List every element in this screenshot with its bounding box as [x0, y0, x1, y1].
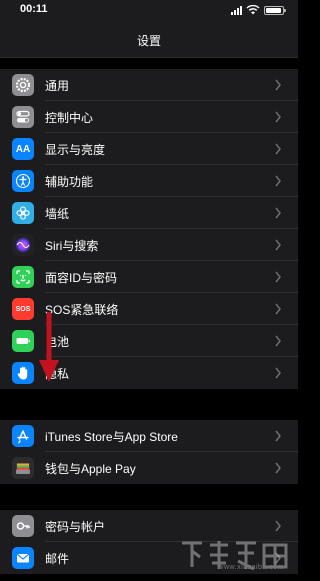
settings-row-label: Siri与搜索	[45, 239, 99, 253]
chevron-right-icon	[275, 462, 281, 474]
sos-icon: SOS	[12, 298, 34, 320]
settings-row-label: 通用	[45, 79, 70, 93]
status-bar: 00:11	[0, 0, 298, 20]
settings-group-2: iTunes Store与App Store 钱包与Apple Pay	[0, 420, 298, 484]
flower-icon	[12, 202, 34, 224]
text-size-icon: AA	[12, 138, 34, 160]
chevron-right-icon	[275, 175, 281, 187]
cellular-signal-icon	[231, 5, 242, 15]
settings-row-label: 邮件	[45, 552, 70, 566]
gear-icon	[12, 74, 34, 96]
sos-icon-text: SOS	[15, 305, 31, 313]
hand-icon	[12, 362, 34, 384]
settings-row-itunes-app-store[interactable]: iTunes Store与App Store	[0, 420, 298, 452]
settings-row-label: 墙纸	[45, 207, 70, 221]
watermark-logo	[182, 541, 288, 571]
chevron-right-icon	[275, 335, 281, 347]
wallet-icon	[12, 457, 34, 479]
settings-row-control-center[interactable]: 控制中心	[0, 101, 298, 133]
key-icon	[12, 515, 34, 537]
accessibility-icon	[12, 170, 34, 192]
settings-row-siri-search[interactable]: Siri与搜索	[0, 229, 298, 261]
settings-row-wallet-apple-pay[interactable]: 钱包与Apple Pay	[0, 452, 298, 484]
chevron-right-icon	[275, 207, 281, 219]
settings-row-label: 辅助功能	[45, 175, 94, 189]
settings-row-face-id-passcode[interactable]: 面容ID与密码	[0, 261, 298, 293]
chevron-right-icon	[275, 303, 281, 315]
chevron-right-icon	[275, 520, 281, 532]
mail-icon	[12, 547, 34, 569]
settings-row-label: 面容ID与密码	[45, 271, 118, 285]
watermark-text: www.xiazaiba.com	[218, 564, 284, 571]
status-time: 00:11	[20, 3, 48, 15]
page-title: 设置	[136, 34, 161, 48]
chevron-right-icon	[275, 367, 281, 379]
siri-icon	[12, 234, 34, 256]
toggles-icon	[12, 106, 34, 128]
settings-row-label: 控制中心	[45, 111, 94, 125]
settings-row-general[interactable]: 通用	[0, 69, 298, 101]
chevron-right-icon	[275, 430, 281, 442]
settings-row-label: iTunes Store与App Store	[45, 430, 178, 444]
chevron-right-icon	[275, 143, 281, 155]
face-id-icon	[12, 266, 34, 288]
annotation-arrow-icon	[39, 312, 59, 382]
settings-row-label: 钱包与Apple Pay	[45, 462, 136, 476]
settings-row-wallpaper[interactable]: 墙纸	[0, 197, 298, 229]
settings-row-label: 密码与帐户	[45, 520, 106, 534]
settings-row-accessibility[interactable]: 辅助功能	[0, 165, 298, 197]
status-icons	[231, 5, 286, 15]
app-store-icon	[12, 425, 34, 447]
navigation-bar: 设置	[0, 20, 298, 58]
wifi-icon	[246, 5, 260, 15]
chevron-right-icon	[275, 111, 281, 123]
settings-row-label: 显示与亮度	[45, 143, 106, 157]
chevron-right-icon	[275, 239, 281, 251]
battery-icon	[12, 330, 34, 352]
chevron-right-icon	[275, 79, 281, 91]
battery-fill	[266, 7, 282, 13]
settings-row-display-brightness[interactable]: AA 显示与亮度	[0, 133, 298, 165]
battery-status-icon	[264, 5, 286, 15]
chevron-right-icon	[275, 271, 281, 283]
